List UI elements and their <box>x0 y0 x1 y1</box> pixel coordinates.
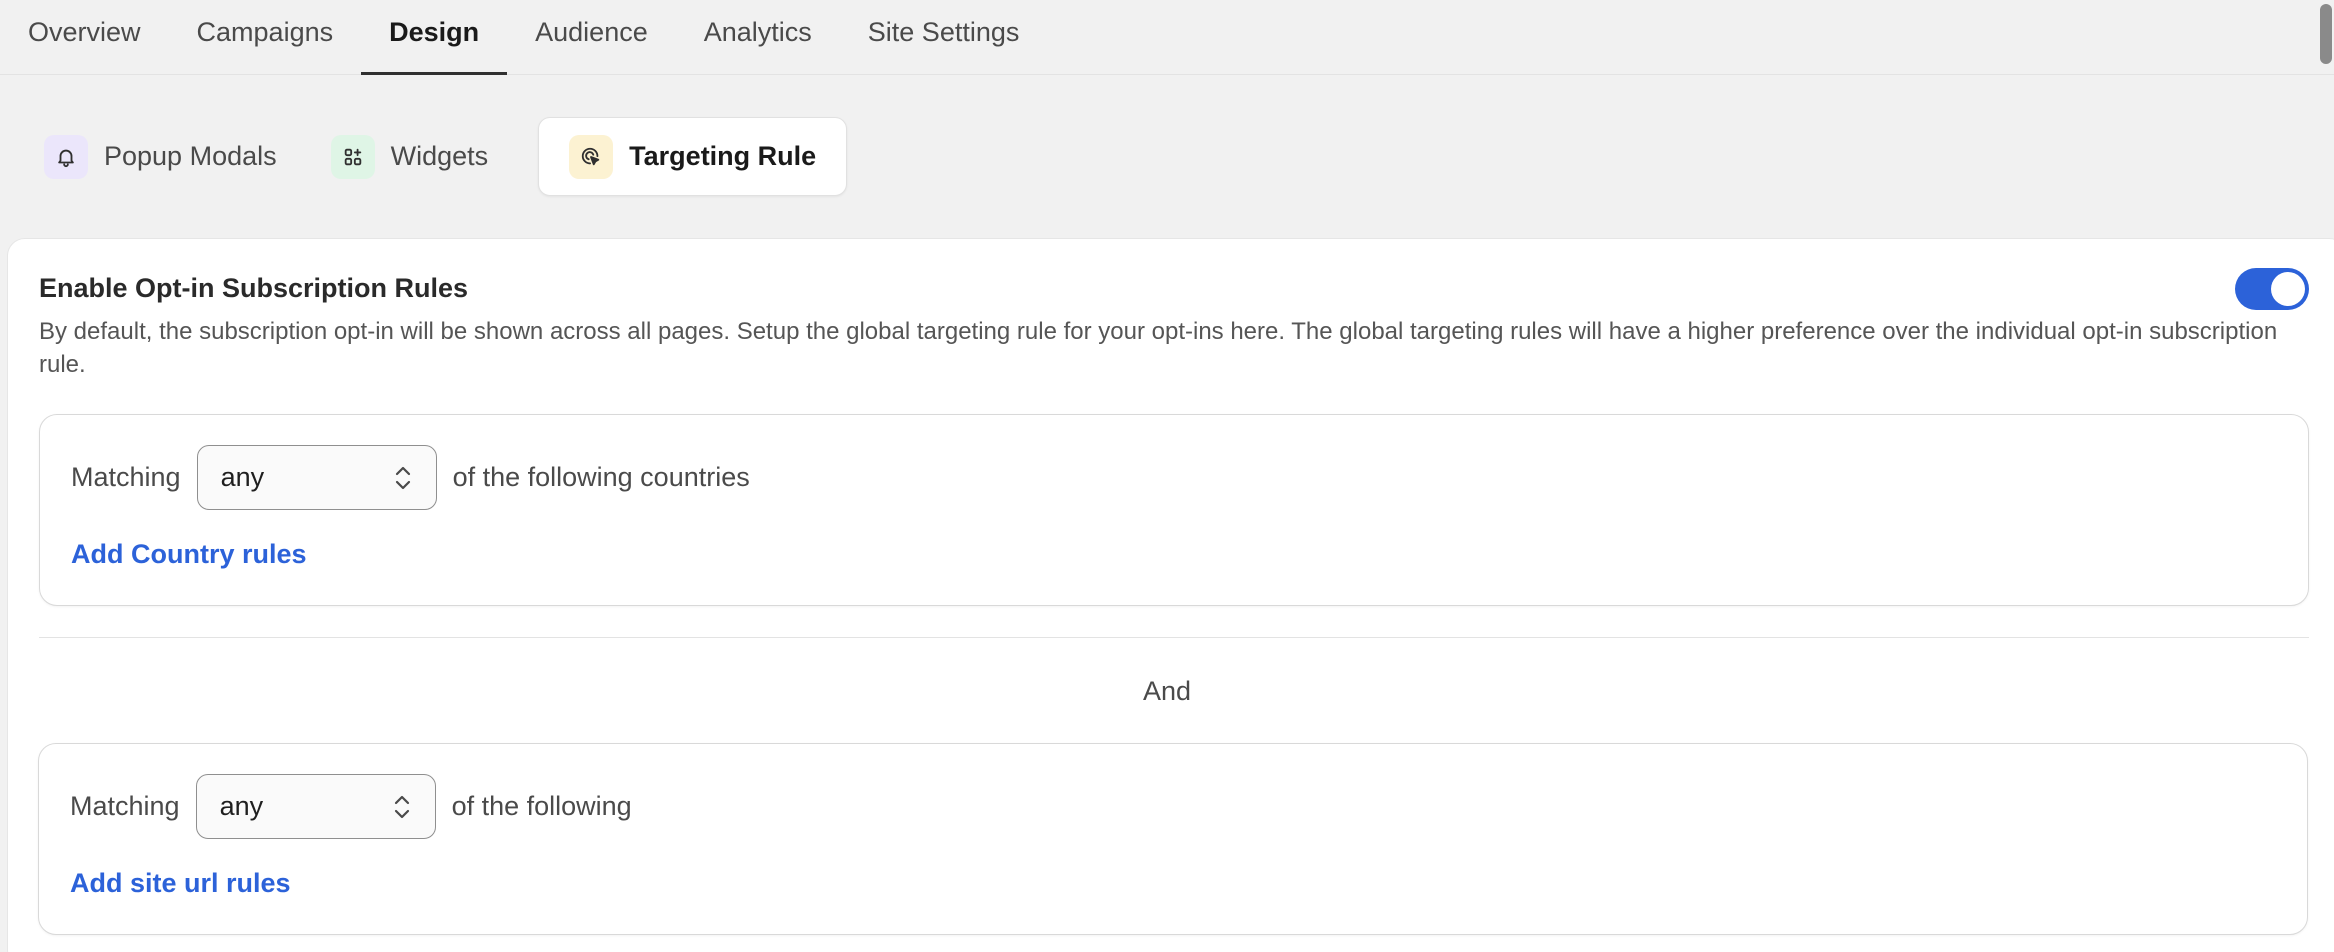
grid-icon <box>330 134 375 179</box>
site-url-rule-box: Matching any of the following Add site u… <box>38 743 2308 935</box>
tab-label: Campaigns <box>196 16 334 47</box>
page: Overview Campaigns Design Audience Analy… <box>0 0 2334 952</box>
tab-campaigns[interactable]: Campaigns <box>169 0 362 74</box>
add-country-rules-link[interactable]: Add Country rules <box>71 539 307 570</box>
bell-icon <box>44 134 88 179</box>
tab-overview[interactable]: Overview <box>0 0 169 74</box>
country-matching-row: Matching any of the following countries <box>71 445 750 510</box>
tab-label: Audience <box>535 16 648 47</box>
subtab-targeting-rule[interactable]: Targeting Rule <box>538 117 848 196</box>
chevron-up-down-icon <box>395 466 410 489</box>
tab-label: Overview <box>28 16 141 47</box>
select-value: any <box>219 791 264 821</box>
url-matching-select[interactable]: any <box>195 774 436 839</box>
subtab-label: Targeting Rule <box>629 141 817 171</box>
subtab-popup-modals[interactable]: Popup Modals <box>40 117 305 196</box>
tab-site-settings[interactable]: Site Settings <box>840 0 1048 74</box>
tab-label: Analytics <box>703 16 812 47</box>
subtab-label: Widgets <box>390 141 489 171</box>
chevron-up-down-icon <box>394 795 409 818</box>
tab-analytics[interactable]: Analytics <box>676 0 840 74</box>
enable-rules-toggle[interactable] <box>2235 268 2309 310</box>
target-cursor-icon <box>569 134 614 179</box>
design-subtabs: Popup Modals Widgets Targeting Rule <box>40 117 848 196</box>
url-matching-row: Matching any of the following <box>70 774 632 839</box>
matching-label: Matching <box>71 462 181 492</box>
subtab-widgets[interactable]: Widgets <box>327 117 517 196</box>
tab-label: Design <box>389 16 480 47</box>
scrollbar-thumb[interactable] <box>2320 4 2332 64</box>
matching-suffix: of the following countries <box>452 462 750 492</box>
section-title: Enable Opt-in Subscription Rules <box>39 273 469 303</box>
toggle-knob <box>2271 272 2305 306</box>
and-joiner-label: And <box>1142 676 1192 706</box>
country-rule-box: Matching any of the following countries … <box>39 414 2309 606</box>
add-site-url-rules-link[interactable]: Add site url rules <box>70 868 291 899</box>
matching-suffix: of the following <box>451 791 632 821</box>
tab-design[interactable]: Design <box>361 0 508 75</box>
matching-label: Matching <box>70 791 180 821</box>
divider <box>39 637 2309 638</box>
section-description: By default, the subscription opt-in will… <box>39 318 2278 378</box>
subtab-label: Popup Modals <box>104 141 277 171</box>
tab-audience[interactable]: Audience <box>507 0 676 74</box>
top-navigation: Overview Campaigns Design Audience Analy… <box>0 0 2334 75</box>
tab-label: Site Settings <box>867 16 1020 47</box>
select-value: any <box>220 462 265 492</box>
country-matching-select[interactable]: any <box>196 445 437 510</box>
